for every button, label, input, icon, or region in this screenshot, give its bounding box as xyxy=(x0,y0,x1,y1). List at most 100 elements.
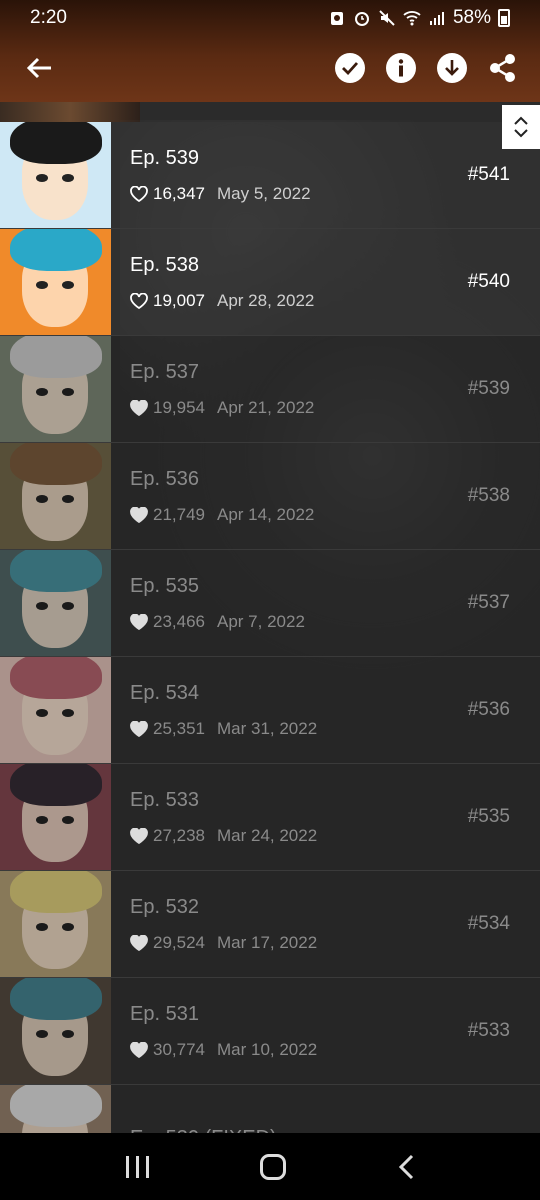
thumbnail xyxy=(0,102,140,122)
thumbnail-eye xyxy=(62,495,74,503)
thumbnail-eye xyxy=(62,923,74,931)
back-arrow-icon xyxy=(26,57,51,79)
header: 2:20 58% xyxy=(0,0,540,102)
mute-icon xyxy=(379,10,395,26)
share-button[interactable] xyxy=(488,53,518,83)
episode-number: #541 xyxy=(467,164,510,185)
episode-row[interactable]: Ep. 537 19,954 Apr 21, 2022 #539 xyxy=(0,336,540,443)
episode-meta: 25,351 Mar 31, 2022 xyxy=(130,719,540,739)
episode-number: #534 xyxy=(467,913,510,934)
episode-meta: 29,524 Mar 17, 2022 xyxy=(130,933,540,953)
thumbnail-hair xyxy=(10,122,102,164)
thumbnail-eye xyxy=(62,816,74,824)
episode-thumbnail xyxy=(0,550,111,656)
episode-date: May 5, 2022 xyxy=(217,183,311,203)
episode-thumbnail xyxy=(0,871,111,977)
episode-number: #536 xyxy=(467,699,510,720)
thumbnail-eye xyxy=(62,388,74,396)
download-button[interactable] xyxy=(437,53,467,83)
episode-number: #539 xyxy=(467,378,510,399)
thumbnail-eye xyxy=(62,602,74,610)
thumbnail-hair xyxy=(10,764,102,806)
thumbnail-eye xyxy=(36,281,48,289)
mark-read-button[interactable] xyxy=(335,53,365,83)
thumbnail-hair xyxy=(10,978,102,1020)
app-screen: 2:20 58% Ep. 539 16,347 May 5, 2022 #541… xyxy=(0,0,540,1200)
episode-thumbnail xyxy=(0,978,111,1084)
episode-row[interactable]: Ep. 533 27,238 Mar 24, 2022 #535 xyxy=(0,764,540,871)
thumbnail-eye xyxy=(62,174,74,182)
like-count: 19,954 xyxy=(153,397,205,417)
thumbnail-hair xyxy=(10,657,102,699)
episode-meta: 27,238 Mar 24, 2022 xyxy=(130,826,540,846)
thumbnail-eye xyxy=(36,816,48,824)
status-icons: 58% xyxy=(328,7,510,29)
chevron-up-icon xyxy=(514,116,528,125)
episode-number: #538 xyxy=(467,485,510,506)
episode-meta: 19,007 Apr 28, 2022 xyxy=(130,291,540,311)
heart-icon xyxy=(130,292,148,309)
signal-icon xyxy=(429,12,444,25)
thumbnail-eye xyxy=(36,923,48,931)
episode-row[interactable]: Ep. 536 21,749 Apr 14, 2022 #538 xyxy=(0,443,540,550)
notification-icon xyxy=(330,12,343,25)
thumbnail-eye xyxy=(62,281,74,289)
episode-thumbnail xyxy=(0,122,111,228)
thumbnail-eye xyxy=(36,1030,48,1038)
info-button[interactable] xyxy=(386,53,416,83)
episode-meta: 19,954 Apr 21, 2022 xyxy=(130,398,540,418)
heart-icon xyxy=(130,399,148,416)
download-icon xyxy=(445,60,459,76)
episode-row[interactable]: Ep. 534 25,351 Mar 31, 2022 #536 xyxy=(0,657,540,764)
check-icon xyxy=(342,62,359,75)
home-button[interactable] xyxy=(260,1153,287,1180)
wifi-icon xyxy=(403,11,421,26)
thumbnail-eye xyxy=(62,1030,74,1038)
episode-list: Ep. 539 16,347 May 5, 2022 #541 Ep. 538 xyxy=(0,122,540,1192)
episode-meta: 16,347 May 5, 2022 xyxy=(130,184,540,204)
episode-row[interactable]: Ep. 535 23,466 Apr 7, 2022 #537 xyxy=(0,550,540,657)
like-count: 21,749 xyxy=(153,504,205,524)
heart-icon xyxy=(130,613,148,630)
episode-row[interactable]: Ep. 531 30,774 Mar 10, 2022 #533 xyxy=(0,978,540,1085)
like-count: 25,351 xyxy=(153,718,205,738)
heart-icon xyxy=(130,1041,148,1058)
episode-thumbnail xyxy=(0,443,111,549)
thumbnail-hair xyxy=(10,336,102,378)
chevron-down-icon xyxy=(514,129,528,138)
like-count: 16,347 xyxy=(153,183,205,203)
battery-percent: 58% xyxy=(452,7,491,28)
back-button[interactable] xyxy=(22,51,56,85)
recents-button[interactable] xyxy=(125,1155,149,1178)
episode-date: Mar 31, 2022 xyxy=(217,718,318,738)
episode-row[interactable]: Ep. 532 29,524 Mar 17, 2022 #534 xyxy=(0,871,540,978)
share-icon xyxy=(490,54,515,82)
episode-date: Apr 14, 2022 xyxy=(217,504,315,524)
thumbnail-hair xyxy=(10,229,102,271)
thumbnail-hair xyxy=(10,443,102,485)
like-count: 23,466 xyxy=(153,611,205,631)
heart-icon xyxy=(130,827,148,844)
thumbnail-hair xyxy=(10,1085,102,1127)
alarm-icon xyxy=(354,12,369,26)
episode-date: Apr 28, 2022 xyxy=(217,290,315,310)
like-count: 19,007 xyxy=(153,290,205,310)
thumbnail-eye xyxy=(36,709,48,717)
heart-icon xyxy=(130,185,148,202)
thumbnail-eye xyxy=(36,174,48,182)
episode-row[interactable]: Ep. 538 19,007 Apr 28, 2022 #540 xyxy=(0,229,540,336)
episode-meta: 23,466 Apr 7, 2022 xyxy=(130,612,540,632)
scroll-toggle-button[interactable] xyxy=(502,105,540,149)
status-bar: 2:20 58% xyxy=(0,0,540,36)
app-bar xyxy=(0,44,540,92)
thumbnail-eye xyxy=(36,602,48,610)
thumbnail-eye xyxy=(36,495,48,503)
nav-back-button[interactable] xyxy=(398,1154,414,1180)
like-count: 27,238 xyxy=(153,825,205,845)
thumbnail-hair xyxy=(10,871,102,913)
episode-number: #535 xyxy=(467,806,510,827)
thumbnail-eye xyxy=(62,709,74,717)
episode-date: Mar 17, 2022 xyxy=(217,932,318,952)
episode-meta: 30,774 Mar 10, 2022 xyxy=(130,1040,540,1060)
episode-row[interactable]: Ep. 539 16,347 May 5, 2022 #541 xyxy=(0,122,540,229)
